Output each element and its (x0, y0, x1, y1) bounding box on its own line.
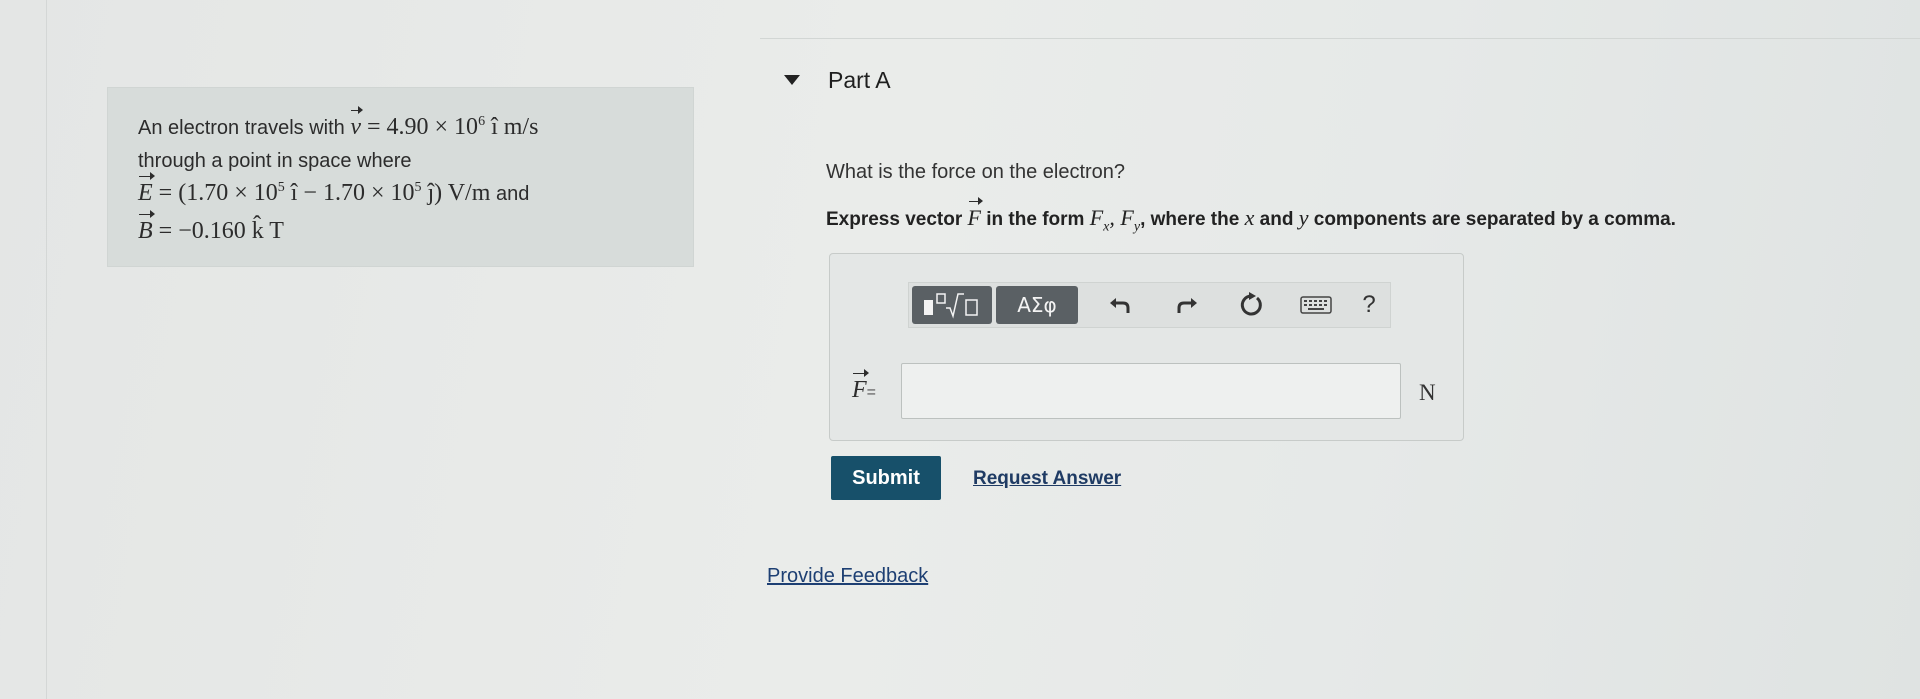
part-title: Part A (828, 67, 891, 93)
left-divider (46, 0, 47, 699)
templates-icon (924, 293, 978, 319)
collapse-triangle-icon[interactable] (784, 75, 800, 85)
problem-line-point: through a point in space where (138, 150, 412, 172)
redo-button[interactable] (1171, 289, 1203, 321)
problem-line-magnetic-field: B = −0.160 k̂ T (138, 210, 284, 244)
undo-icon (1110, 298, 1130, 313)
answer-panel: ΑΣφ ? F= N (829, 253, 1464, 441)
redo-icon (1177, 298, 1197, 313)
force-answer-input[interactable] (901, 363, 1401, 419)
problem-statement: An electron travels with v = 4.90 × 106 … (108, 88, 693, 266)
submit-button[interactable]: Submit (831, 456, 941, 500)
question-text: What is the force on the electron? (826, 161, 1126, 183)
request-answer-link[interactable]: Request Answer (973, 468, 1121, 490)
undo-button[interactable] (1104, 289, 1136, 321)
templates-button[interactable] (912, 286, 992, 324)
problem-line-electric-field: E = (1.70 × 105 î − 1.70 × 105 ĵ) V/m an… (138, 172, 530, 206)
keyboard-button[interactable] (1300, 289, 1332, 321)
top-divider (760, 38, 1920, 39)
reset-icon (1240, 292, 1262, 316)
help-button[interactable]: ? (1353, 289, 1385, 321)
problem-line-velocity: An electron travels with v = 4.90 × 106 … (138, 106, 539, 140)
greek-symbols-button[interactable]: ΑΣφ (996, 286, 1078, 324)
math-toolbar: ΑΣφ ? (908, 282, 1391, 328)
velocity-symbol: v (350, 106, 363, 140)
unit-label: N (1419, 380, 1436, 405)
keyboard-icon (1300, 296, 1332, 314)
force-label: F= (852, 369, 877, 403)
reset-button[interactable] (1235, 289, 1267, 321)
provide-feedback-link[interactable]: Provide Feedback (767, 565, 928, 588)
instruction-text: Express vector F in the form Fx, Fy, whe… (826, 197, 1676, 235)
